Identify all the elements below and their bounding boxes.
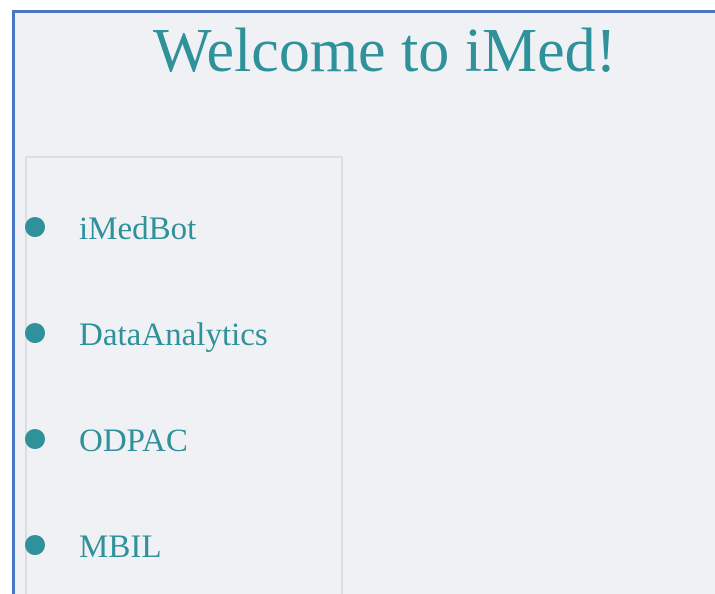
- nav-item-label[interactable]: iMedBot: [79, 209, 196, 249]
- app-window: Welcome to iMed! iMedBot DataAnalytics O…: [12, 10, 715, 594]
- nav-item-dataanalytics[interactable]: DataAnalytics: [25, 315, 357, 355]
- bullet-icon: [25, 323, 45, 343]
- nav-item-imedbot[interactable]: iMedBot: [25, 209, 357, 249]
- bullet-icon: [25, 217, 45, 237]
- bullet-icon: [25, 535, 45, 555]
- nav-panel: iMedBot DataAnalytics ODPAC MBIL: [25, 156, 343, 594]
- bullet-icon: [25, 429, 45, 449]
- nav-item-label[interactable]: DataAnalytics: [79, 315, 268, 355]
- nav-item-odpac[interactable]: ODPAC: [25, 421, 357, 461]
- nav-item-label[interactable]: ODPAC: [79, 421, 188, 461]
- nav-item-mbil[interactable]: MBIL: [25, 527, 357, 567]
- page-title: Welcome to iMed!: [153, 17, 617, 85]
- nav-item-label[interactable]: MBIL: [79, 527, 162, 567]
